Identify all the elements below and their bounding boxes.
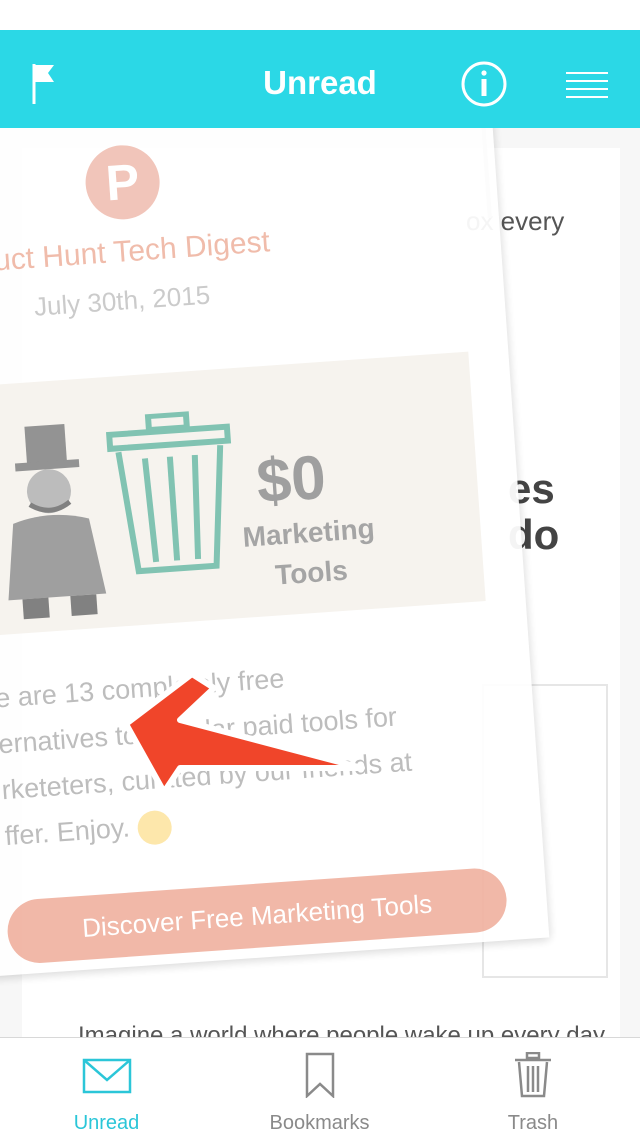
smile-emoji-icon	[136, 809, 173, 846]
tab-unread[interactable]: Unread	[0, 1038, 213, 1137]
bookmark-icon	[305, 1052, 334, 1098]
article-body-text: Imagine a world where people wake up eve…	[78, 1022, 605, 1037]
trash-can-illustration	[105, 410, 232, 575]
tab-label: Bookmarks	[269, 1112, 370, 1134]
envelope-icon	[82, 1058, 131, 1094]
banner-image: $0 Marketing Tools	[0, 351, 486, 638]
tab-bookmarks[interactable]: Bookmarks	[213, 1038, 426, 1137]
nav-bar: Unread	[0, 30, 640, 128]
tab-trash[interactable]: Trash	[426, 1038, 640, 1137]
product-hunt-logo: P	[83, 142, 163, 222]
message-content[interactable]: ox every es do Imagine a world where peo…	[0, 128, 640, 1037]
card-title: oduct Hunt Tech Digest	[0, 225, 271, 280]
status-bar	[0, 0, 640, 30]
menu-icon[interactable]	[564, 70, 610, 100]
card-body-line-text: ffer. Enjoy.	[3, 812, 131, 852]
tab-label: Unread	[73, 1112, 140, 1134]
banner-price: $0	[254, 442, 329, 517]
card-body-text: e are 13 completely free ernatives to po…	[0, 643, 475, 859]
tab-bar: Unread Bookmarks Trash	[0, 1037, 640, 1137]
card-date: July 30th, 2015	[33, 279, 212, 322]
dragged-email-card[interactable]: P oduct Hunt Tech Digest July 30th, 2015	[0, 128, 550, 977]
page-title: Unread	[263, 64, 377, 101]
trash-icon	[515, 1052, 551, 1098]
tab-label: Trash	[507, 1112, 559, 1134]
banner-caption: Marketing Tools	[241, 509, 379, 598]
info-icon[interactable]	[460, 60, 508, 108]
